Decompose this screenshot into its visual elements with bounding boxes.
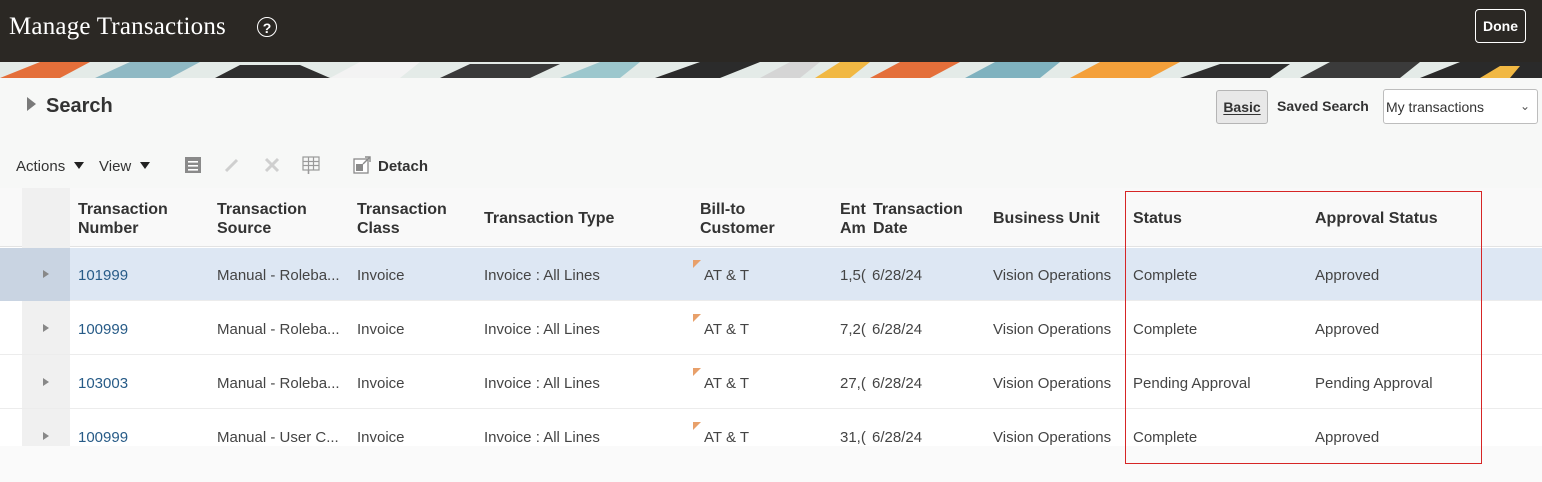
delete-icon[interactable] (262, 155, 282, 175)
expand-row-icon[interactable] (43, 324, 49, 332)
transaction-date: 6/28/24 (872, 375, 923, 392)
bill-to-customer: AT & T (704, 375, 750, 392)
business-unit: Vision Operations (993, 429, 1112, 446)
transaction-date: 6/28/24 (872, 429, 923, 446)
business-unit: Vision Operations (993, 267, 1112, 284)
business-unit: Vision Operations (993, 375, 1112, 392)
entered-amount: 1,5( (840, 267, 866, 284)
done-button[interactable]: Done (1475, 9, 1526, 43)
flag-icon (693, 260, 701, 268)
column-header-transaction-date[interactable]: Transaction Date (873, 200, 963, 238)
bill-to-customer: AT & T (704, 429, 750, 446)
detach-icon[interactable] (352, 155, 372, 175)
column-header-transaction-class[interactable]: Transaction Class (357, 200, 447, 238)
column-header-entered-amount[interactable]: Ent Am (840, 200, 866, 238)
saved-search-label: Saved Search (1277, 98, 1369, 114)
decorative-banner (0, 62, 1542, 78)
actions-caret-icon[interactable] (74, 162, 84, 169)
transaction-number-link[interactable]: 100999 (78, 321, 128, 338)
column-header-transaction-source[interactable]: Transaction Source (217, 200, 307, 238)
saved-search-value[interactable]: My transactions (1386, 99, 1484, 115)
business-unit: Vision Operations (993, 321, 1112, 338)
entered-amount: 31,( (840, 429, 866, 446)
form-icon[interactable] (183, 155, 203, 175)
transaction-type: Invoice : All Lines (484, 321, 600, 338)
edit-icon[interactable] (222, 155, 242, 175)
flag-icon (693, 422, 701, 430)
transaction-type: Invoice : All Lines (484, 429, 600, 446)
transaction-source: Manual - Roleba... (217, 375, 340, 392)
transaction-date: 6/28/24 (872, 267, 923, 284)
highlight-annotation-box (1125, 191, 1482, 464)
bill-to-customer: AT & T (704, 321, 750, 338)
expand-search-icon[interactable] (27, 97, 36, 111)
search-heading[interactable]: Search (46, 95, 113, 118)
column-header-transaction-type[interactable]: Transaction Type (484, 209, 614, 228)
view-menu[interactable]: View (99, 158, 131, 175)
transaction-class: Invoice (357, 429, 405, 446)
actions-menu[interactable]: Actions (16, 158, 65, 175)
transaction-number-link[interactable]: 103003 (78, 375, 128, 392)
transaction-date: 6/28/24 (872, 321, 923, 338)
entered-amount: 27,( (840, 375, 866, 392)
expand-row-icon[interactable] (43, 378, 49, 386)
page-title: Manage Transactions (9, 13, 226, 40)
chevron-down-icon[interactable]: ⌄ (1520, 99, 1530, 113)
help-icon[interactable]: ? (257, 17, 277, 37)
detach-button[interactable]: Detach (378, 158, 428, 175)
column-header-bill-to-customer[interactable]: Bill-to Customer (700, 200, 775, 238)
transaction-type: Invoice : All Lines (484, 267, 600, 284)
row-selection-bar (0, 248, 70, 301)
global-header: Manage Transactions ? Done (0, 0, 1542, 62)
flag-icon (693, 314, 701, 322)
transaction-number-link[interactable]: 100999 (78, 429, 128, 446)
expand-row-icon[interactable] (43, 432, 49, 440)
transaction-class: Invoice (357, 321, 405, 338)
freeze-columns-icon[interactable] (301, 155, 321, 175)
column-header-business-unit[interactable]: Business Unit (993, 209, 1100, 228)
entered-amount: 7,2( (840, 321, 866, 338)
transaction-type: Invoice : All Lines (484, 375, 600, 392)
expand-row-icon[interactable] (43, 270, 49, 278)
column-header-transaction-number[interactable]: Transaction Number (78, 200, 168, 238)
transaction-source: Manual - User C... (217, 429, 339, 446)
transaction-class: Invoice (357, 375, 405, 392)
flag-icon (693, 368, 701, 376)
transaction-class: Invoice (357, 267, 405, 284)
basic-search-button[interactable]: Basic (1216, 90, 1268, 124)
view-caret-icon[interactable] (140, 162, 150, 169)
transaction-number-link[interactable]: 101999 (78, 267, 128, 284)
transaction-source: Manual - Roleba... (217, 267, 340, 284)
bill-to-customer: AT & T (704, 267, 750, 284)
transaction-source: Manual - Roleba... (217, 321, 340, 338)
